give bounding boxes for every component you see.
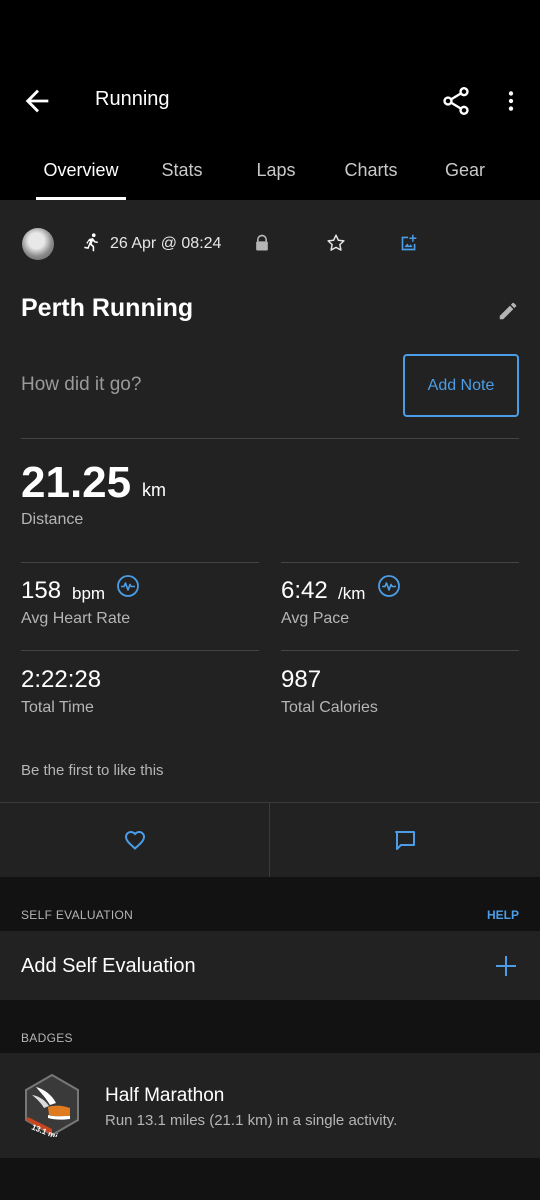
tab-laps[interactable]: Laps bbox=[240, 150, 312, 200]
activity-date: 26 Apr @ 08:24 bbox=[110, 235, 222, 252]
total-time-label: Total Time bbox=[21, 699, 94, 716]
badges-header: BADGES bbox=[21, 1031, 73, 1045]
tab-bar: Overview Stats Laps Charts Gear bbox=[0, 150, 540, 200]
page-title: Running bbox=[95, 88, 170, 110]
more-options-button[interactable] bbox=[498, 84, 524, 118]
distance-unit: km bbox=[142, 480, 166, 500]
pace-value: 6:42 bbox=[281, 577, 328, 604]
badge-title: Half Marathon bbox=[105, 1085, 225, 1106]
plus-icon[interactable] bbox=[494, 954, 518, 978]
arrow-left-icon bbox=[25, 89, 49, 113]
share-icon bbox=[443, 87, 469, 115]
activity-name: Perth Running bbox=[21, 294, 194, 322]
half-marathon-badge-icon: 13.1 mi bbox=[25, 1073, 79, 1137]
heart-rate-label: Avg Heart Rate bbox=[21, 610, 131, 627]
lock-icon[interactable] bbox=[252, 232, 272, 254]
like-button[interactable] bbox=[0, 803, 269, 877]
pace-unit: /km bbox=[338, 584, 366, 603]
app-bar: Running Overview Stats Laps Charts Gear bbox=[0, 0, 540, 200]
divider bbox=[281, 562, 519, 563]
pace-pulse-icon[interactable] bbox=[377, 574, 401, 598]
distance-value: 21.25 bbox=[21, 458, 132, 507]
distance-label: Distance bbox=[21, 511, 84, 528]
more-vertical-icon bbox=[508, 91, 514, 111]
heart-rate-value: 158 bbox=[21, 577, 62, 604]
help-link[interactable]: HELP bbox=[487, 908, 519, 922]
pace-label: Avg Pace bbox=[281, 610, 350, 627]
share-button[interactable] bbox=[440, 84, 472, 118]
tab-charts[interactable]: Charts bbox=[330, 150, 412, 200]
calories-value: 987 bbox=[281, 666, 322, 693]
divider bbox=[21, 650, 259, 651]
likes-text: Be the first to like this bbox=[21, 762, 164, 779]
heart-rate-unit: bpm bbox=[72, 584, 106, 603]
star-icon[interactable] bbox=[325, 232, 347, 254]
divider bbox=[21, 438, 519, 439]
how-did-it-go-prompt: How did it go? bbox=[21, 374, 142, 395]
back-button[interactable] bbox=[20, 84, 54, 118]
tab-label: Gear bbox=[444, 160, 486, 180]
add-note-button[interactable]: Add Note bbox=[403, 354, 519, 417]
tab-gear[interactable]: Gear bbox=[428, 150, 502, 200]
tab-overview[interactable]: Overview bbox=[36, 150, 126, 200]
add-photo-icon[interactable] bbox=[398, 232, 420, 254]
running-person-icon bbox=[84, 233, 98, 252]
divider bbox=[281, 650, 519, 651]
tab-label: Charts bbox=[344, 160, 398, 180]
calories-label: Total Calories bbox=[281, 699, 378, 716]
heart-icon bbox=[124, 830, 146, 850]
comment-button[interactable] bbox=[270, 803, 540, 877]
add-self-evaluation-label: Add Self Evaluation bbox=[21, 955, 196, 977]
badge-description: Run 13.1 miles (21.1 km) in a single act… bbox=[105, 1112, 398, 1129]
tab-stats[interactable]: Stats bbox=[145, 150, 219, 200]
heart-rate-pulse-icon[interactable] bbox=[116, 574, 140, 598]
avatar[interactable] bbox=[22, 228, 54, 260]
tab-label: Laps bbox=[256, 160, 296, 180]
tab-label: Overview bbox=[43, 160, 119, 180]
divider bbox=[21, 562, 259, 563]
self-evaluation-header: SELF EVALUATION bbox=[21, 908, 134, 922]
pencil-icon[interactable] bbox=[497, 300, 519, 322]
comment-icon bbox=[395, 831, 415, 850]
tab-label: Stats bbox=[161, 160, 203, 180]
total-time-value: 2:22:28 bbox=[21, 666, 102, 693]
